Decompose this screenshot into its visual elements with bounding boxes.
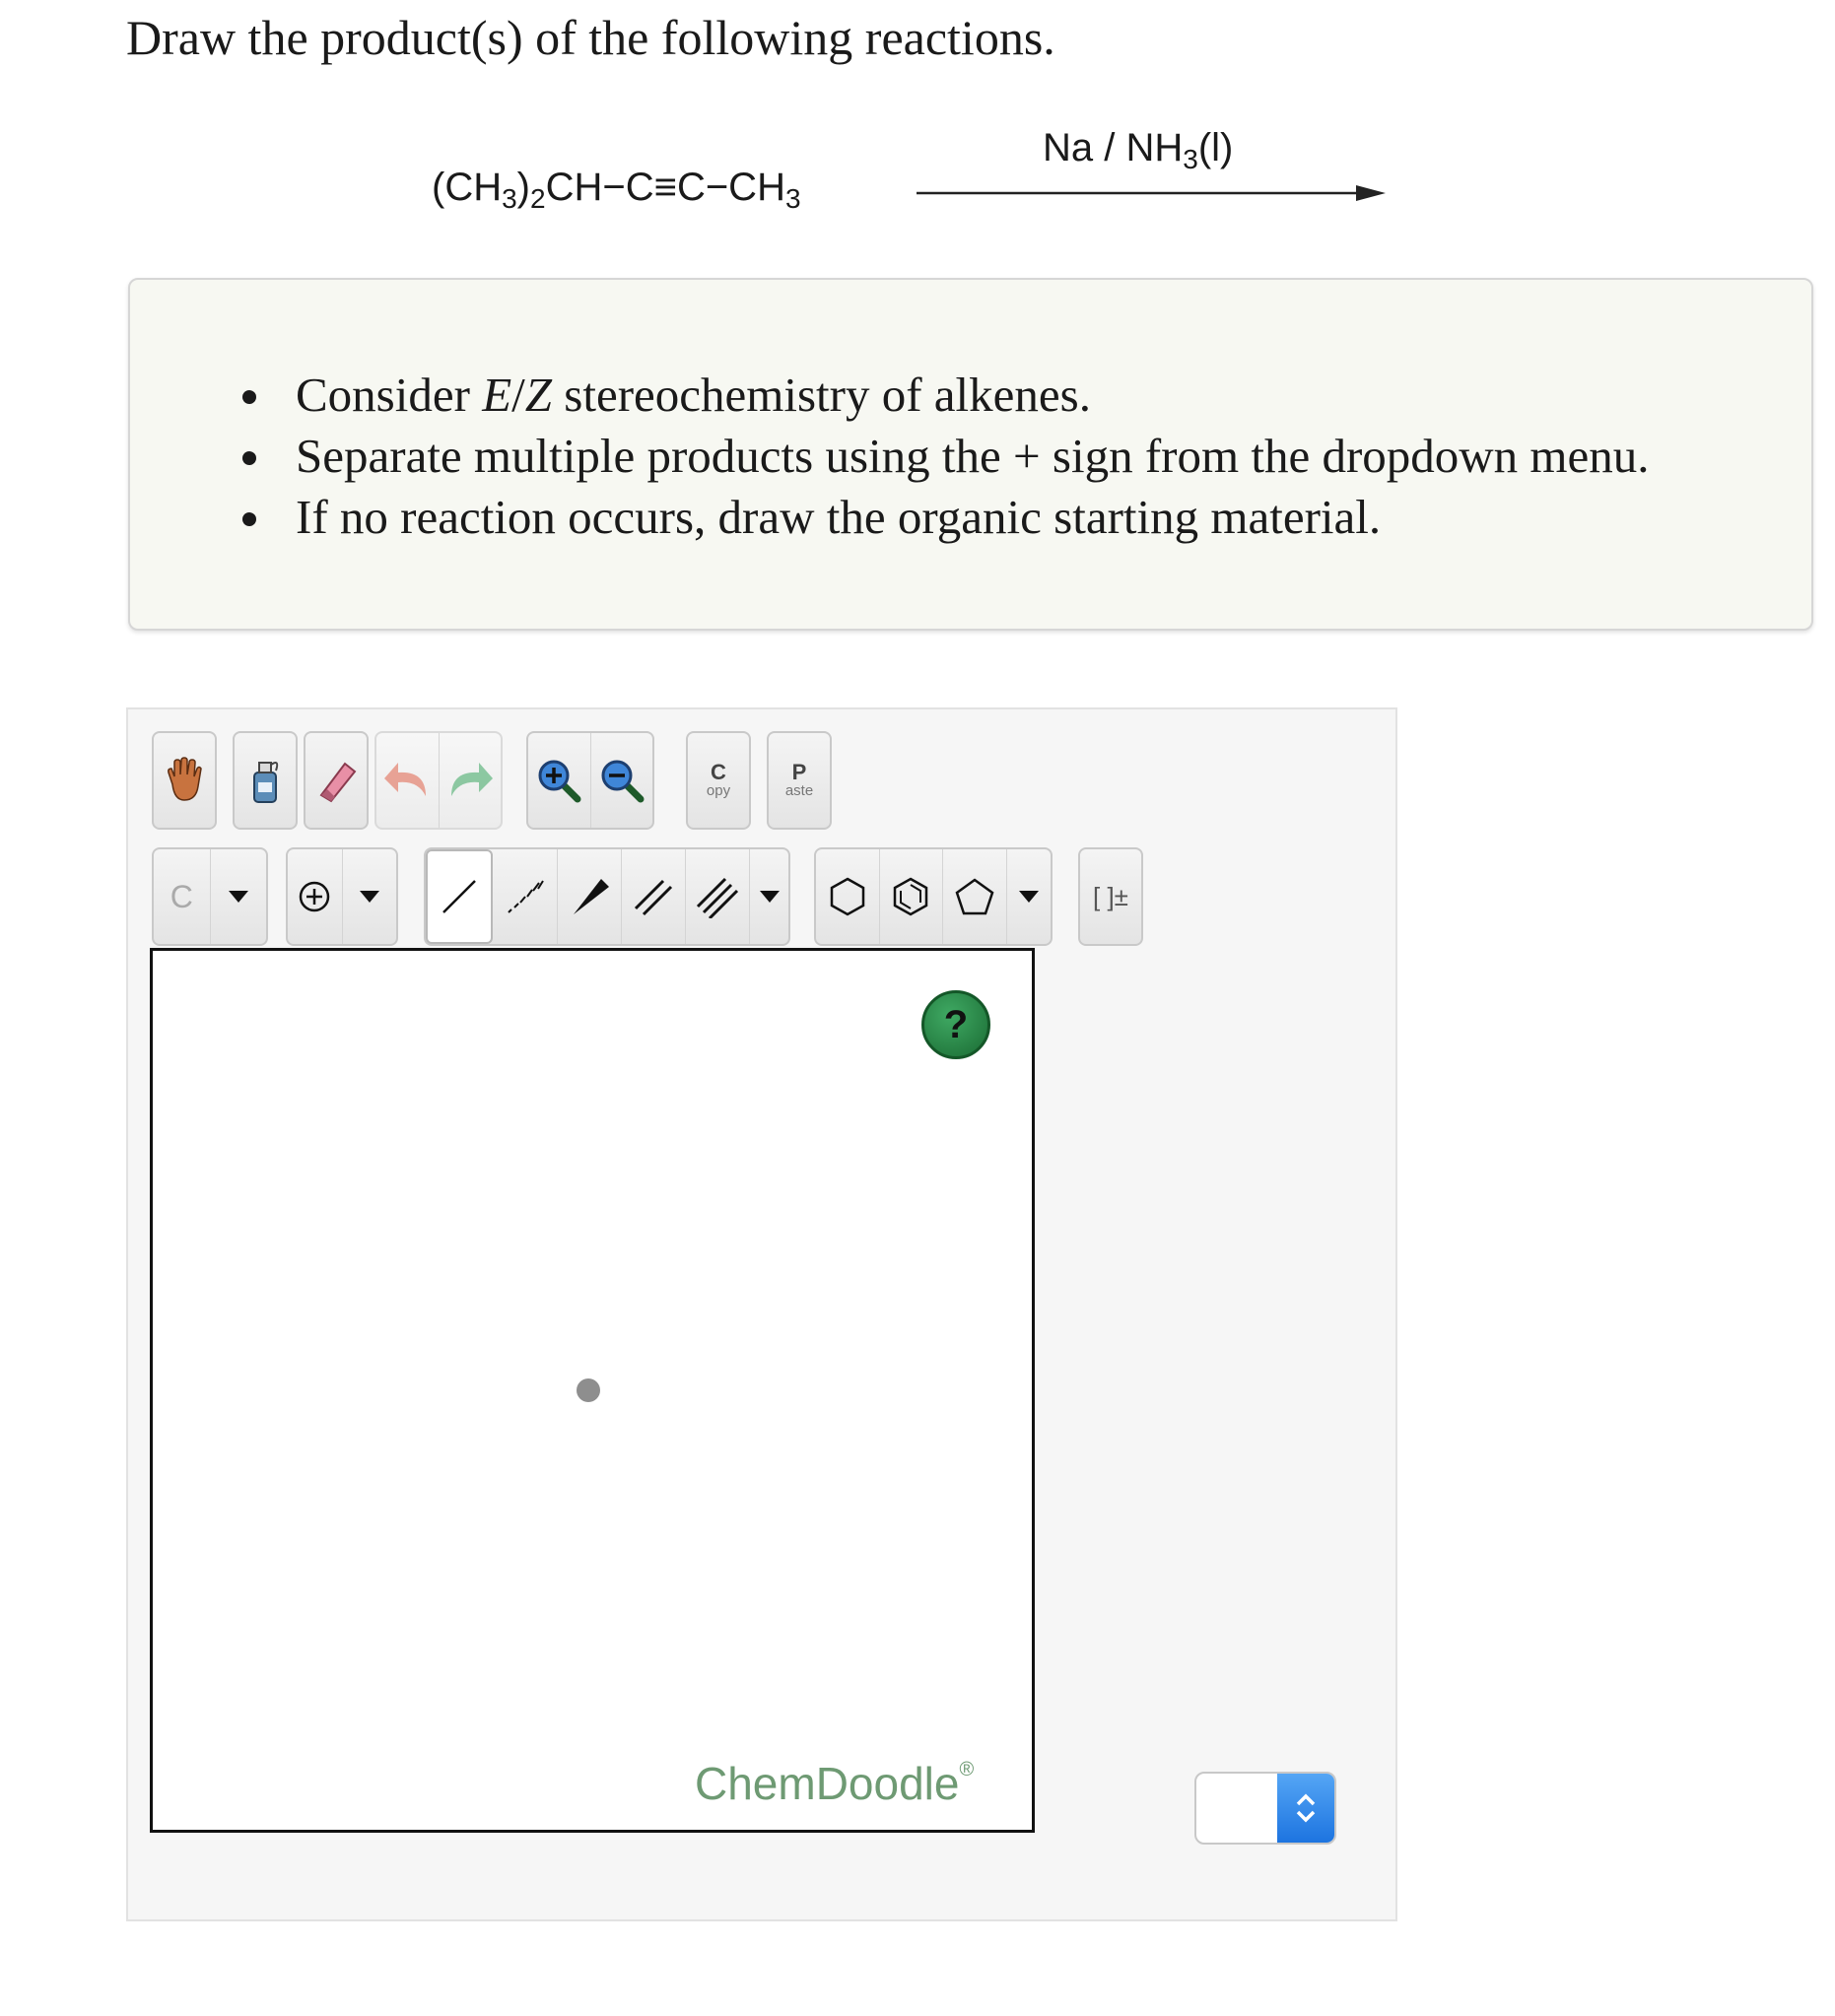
instructions-box: Consider E/Z stereochemistry of alkenes.… xyxy=(128,278,1813,631)
product-separator-dropdown[interactable] xyxy=(1194,1772,1336,1845)
bond-tools xyxy=(424,847,790,946)
chevron-down-icon xyxy=(228,891,248,903)
reaction-scheme: (CH3)2CH−C≡C−CH3 Na / NH3(l) xyxy=(0,0,1835,256)
copy-label: Copy xyxy=(706,760,731,799)
reaction-arrow xyxy=(917,185,1386,201)
wedge-bond-icon xyxy=(573,879,609,914)
reagent-label: Na / NH3(l) xyxy=(1043,126,1234,174)
triple-bond-button[interactable] xyxy=(686,849,751,944)
instruction-no-reaction: If no reaction occurs, draw the organic … xyxy=(242,487,1650,548)
eraser-icon xyxy=(319,762,357,803)
single-bond-icon xyxy=(442,880,477,913)
lasso-button[interactable] xyxy=(233,731,298,830)
atom-label-button[interactable]: C xyxy=(154,849,211,944)
wedge-bond-button[interactable] xyxy=(558,849,622,944)
charge-plus-icon xyxy=(300,881,330,912)
zoom-in-button[interactable] xyxy=(528,733,591,828)
atom-label: C xyxy=(170,878,193,914)
chemdoodle-brand: ChemDoodle® xyxy=(695,1758,975,1809)
instruction-multiple-products: Separate multiple products using the + s… xyxy=(242,426,1650,487)
instructions-list: Consider E/Z stereochemistry of alkenes.… xyxy=(242,365,1650,548)
zoom-in-icon xyxy=(538,760,581,803)
canvas-center-dot xyxy=(577,1378,600,1402)
zoom-out-icon xyxy=(601,760,645,803)
zoom-out-button[interactable] xyxy=(591,733,653,828)
undo-icon xyxy=(384,763,427,796)
zoom-group xyxy=(526,731,654,830)
charge-dropdown-button[interactable] xyxy=(343,849,397,944)
cyclopentane-button[interactable] xyxy=(943,849,1007,944)
benzene-icon xyxy=(894,877,928,916)
bracket-label: [ ]± xyxy=(1093,881,1128,911)
bond-dropdown-button[interactable] xyxy=(750,849,788,944)
cyclopentane-icon xyxy=(955,878,994,915)
undo-button[interactable] xyxy=(376,733,440,828)
chevron-down-icon xyxy=(759,891,780,903)
single-bond-button[interactable] xyxy=(426,849,494,944)
chevron-down-icon xyxy=(359,891,379,903)
charge-selector xyxy=(286,847,398,946)
instruction-ez: Consider E/Z stereochemistry of alkenes. xyxy=(242,365,1650,426)
dashed-bond-button[interactable] xyxy=(493,849,558,944)
up-down-chevron-icon xyxy=(1296,1793,1316,1823)
bracket-button[interactable]: [ ]± xyxy=(1078,847,1143,946)
undo-redo-group xyxy=(374,731,503,830)
starting-material: (CH3)2CH−C≡C−CH3 xyxy=(432,166,801,214)
drawing-canvas[interactable]: ? ChemDoodle® xyxy=(150,948,1035,1833)
cyclohexane-icon xyxy=(830,877,864,916)
ring-tools xyxy=(814,847,1053,946)
atom-selector: C xyxy=(152,847,268,946)
copy-button[interactable]: Copy xyxy=(686,731,751,830)
charge-button[interactable] xyxy=(288,849,343,944)
atom-dropdown-button[interactable] xyxy=(211,849,267,944)
paste-button[interactable]: Paste xyxy=(767,731,832,830)
redo-icon xyxy=(450,763,493,796)
ring-dropdown-button[interactable] xyxy=(1007,849,1051,944)
benzene-button[interactable] xyxy=(880,849,944,944)
help-button[interactable]: ? xyxy=(921,990,990,1059)
redo-button[interactable] xyxy=(440,733,502,828)
pan-button[interactable] xyxy=(152,731,217,830)
triple-bond-icon xyxy=(697,877,739,918)
double-bond-icon xyxy=(634,879,673,916)
lasso-bottle-icon xyxy=(253,762,279,803)
dashed-bond-icon xyxy=(508,880,545,913)
dropdown-arrows[interactable] xyxy=(1277,1774,1334,1843)
paste-label: Paste xyxy=(784,760,814,799)
eraser-button[interactable] xyxy=(304,731,369,830)
hand-icon xyxy=(168,757,202,801)
double-bond-button[interactable] xyxy=(622,849,687,944)
chevron-down-icon xyxy=(1018,891,1039,903)
cyclohexane-button[interactable] xyxy=(816,849,880,944)
